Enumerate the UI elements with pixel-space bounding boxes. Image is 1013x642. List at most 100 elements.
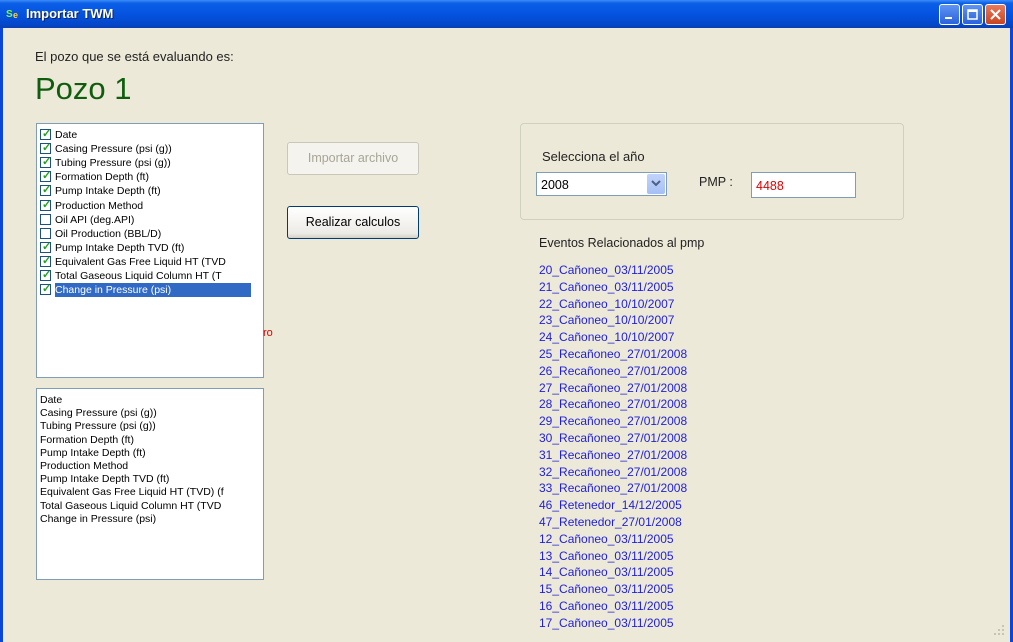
checklist-item-label: Total Gaseous Liquid Column HT (T: [55, 270, 222, 282]
checkbox-checked-icon[interactable]: ✓: [40, 184, 52, 197]
check-mark-icon: ✓: [42, 198, 52, 211]
check-mark-icon: ✓: [42, 269, 52, 281]
list-item[interactable]: Total Gaseous Liquid Column HT (TVD: [40, 499, 221, 513]
checklist-item-label: Casing Pressure (psi (g)): [55, 143, 172, 156]
import-file-button[interactable]: Importar archivo: [287, 142, 419, 175]
check-mark-icon: ✓: [42, 254, 52, 267]
event-link[interactable]: 47_Retenedor_27/01/2008: [539, 514, 682, 530]
checklist-item[interactable]: ✓ Tubing Pressure (psi (g)): [37, 156, 263, 170]
event-link[interactable]: 12_Cañoneo_03/11/2005: [539, 531, 674, 547]
well-name: Pozo 1: [35, 71, 132, 106]
check-mark-icon: ✓: [42, 283, 52, 296]
checkbox-checked-icon[interactable]: ✓: [40, 283, 52, 296]
maximize-button[interactable]: [962, 4, 983, 25]
list-item[interactable]: Tubing Pressure (psi (g)): [40, 419, 156, 433]
list-item[interactable]: Formation Depth (ft): [40, 433, 134, 447]
import-twm-window: S e Importar TWM El pozo que se está eva…: [0, 0, 1013, 642]
event-link[interactable]: 21_Cañoneo_03/11/2005: [539, 279, 674, 295]
checklist-item-label: Oil API (deg.API): [55, 213, 135, 226]
checklist-item[interactable]: ✓ Casing Pressure (psi (g)): [37, 142, 263, 156]
event-link[interactable]: 16_Cañoneo_03/11/2005: [539, 598, 674, 614]
checklist-item[interactable]: ✓ Formation Depth (ft): [37, 170, 263, 184]
checklist-item[interactable]: ✓ Date: [37, 128, 263, 142]
event-link[interactable]: 23_Cañoneo_10/10/2007: [539, 312, 674, 328]
event-link[interactable]: 13_Cañoneo_03/11/2005: [539, 548, 674, 564]
pmp-input[interactable]: 4488: [751, 172, 856, 198]
selected-columns-list[interactable]: Date Casing Pressure (psi (g)) Tubing Pres…: [36, 388, 264, 580]
check-mark-icon: ✓: [42, 170, 52, 183]
event-link[interactable]: 15_Cañoneo_03/11/2005: [539, 581, 674, 597]
event-link[interactable]: 30_Recañoneo_27/01/2008: [539, 430, 687, 446]
svg-text:S: S: [6, 9, 13, 20]
event-link[interactable]: 25_Recañoneo_27/01/2008: [539, 346, 687, 362]
checklist-item-label: Pump Intake Depth (ft): [55, 185, 161, 198]
event-link[interactable]: 29_Recañoneo_27/01/2008: [539, 413, 687, 429]
check-mark-icon: ✓: [42, 142, 52, 155]
event-link[interactable]: 33_Recañoneo_27/01/2008: [539, 480, 687, 496]
check-mark-icon: ✓: [42, 128, 52, 140]
pmp-value: 4488: [756, 179, 784, 193]
calculate-button[interactable]: Realizar calculos: [287, 206, 419, 239]
checkbox-checked-icon[interactable]: ✓: [40, 254, 52, 267]
checkbox-checked-icon[interactable]: ✓: [40, 170, 52, 183]
title-bar[interactable]: S e Importar TWM: [0, 0, 1013, 28]
event-link[interactable]: 27_Recañoneo_27/01/2008: [539, 380, 687, 396]
checklist-item-label: Change in Pressure (psi): [55, 283, 252, 298]
checklist-item-label: Oil Production (BBL/D): [55, 227, 162, 240]
minimize-button[interactable]: [939, 4, 960, 25]
event-link[interactable]: 28_Recañoneo_27/01/2008: [539, 396, 687, 412]
checkbox-checked-icon[interactable]: ✓: [40, 128, 52, 140]
event-link[interactable]: 20_Cañoneo_03/11/2005: [539, 262, 674, 278]
checklist-item[interactable]: ✓ Total Gaseous Liquid Column HT (T: [37, 269, 263, 283]
checklist-item-label: Equivalent Gas Free Liquid HT (TVD: [55, 255, 226, 268]
event-link[interactable]: 17_Cañoneo_03/11/2005: [539, 615, 674, 631]
year-label: Selecciona el año: [542, 149, 645, 164]
checklist-item-label: Production Method: [55, 199, 144, 212]
event-link[interactable]: 31_Recañoneo_27/01/2008: [539, 447, 687, 463]
checkbox-checked-icon[interactable]: ✓: [40, 198, 52, 211]
checklist-item[interactable]: ✓ Equivalent Gas Free Liquid HT (TVD: [37, 254, 263, 269]
columns-checklist[interactable]: ✓ Date ✓ Casing Pressure (psi (g)) ✓ Tubing P…: [36, 123, 264, 378]
window-title: Importar TWM: [26, 6, 114, 21]
svg-text:e: e: [13, 10, 18, 20]
checklist-item-label: Tubing Pressure (psi (g)): [55, 157, 171, 170]
well-label: El pozo que se está evaluando es:: [35, 49, 234, 64]
dropdown-button[interactable]: [647, 174, 665, 194]
year-select[interactable]: 2008: [536, 172, 667, 196]
event-link[interactable]: 46_Retenedor_14/12/2005: [539, 497, 682, 513]
checklist-item[interactable]: ✓ Production Method: [37, 198, 263, 213]
resize-grip-icon[interactable]: [991, 622, 1005, 636]
list-item[interactable]: Change in Pressure (psi): [40, 512, 156, 526]
checklist-item[interactable]: ✓ Pump Intake Depth (ft): [37, 184, 263, 198]
check-mark-icon: ✓: [42, 240, 52, 253]
list-item[interactable]: Date: [40, 393, 62, 407]
checklist-item[interactable]: ✓ Change in Pressure (psi): [37, 283, 263, 298]
event-link[interactable]: 14_Cañoneo_03/11/2005: [539, 564, 674, 580]
checklist-item[interactable]: Oil API (deg.API): [37, 213, 263, 227]
event-link[interactable]: 32_Recañoneo_27/01/2008: [539, 464, 687, 480]
list-item[interactable]: Production Method: [40, 459, 128, 473]
checkbox-checked-icon[interactable]: ✓: [40, 240, 52, 253]
checklist-item[interactable]: ✓ Pump Intake Depth TVD (ft): [37, 240, 263, 255]
list-item[interactable]: Pump Intake Depth TVD (ft): [40, 472, 169, 486]
event-link[interactable]: 26_Recañoneo_27/01/2008: [539, 363, 687, 379]
checkbox-checked-icon[interactable]: ✓: [40, 269, 52, 281]
chevron-down-icon: [651, 180, 661, 187]
checklist-item-label: Pump Intake Depth TVD (ft): [55, 241, 185, 254]
events-title: Eventos Relacionados al pmp: [539, 236, 705, 250]
checkbox-checked-icon[interactable]: ✓: [40, 142, 52, 155]
checklist-item[interactable]: Oil Production (BBL/D): [37, 227, 263, 241]
list-item[interactable]: Pump Intake Depth (ft): [40, 446, 146, 460]
list-item[interactable]: Equivalent Gas Free Liquid HT (TVD) (f: [40, 485, 224, 499]
checkbox-checked-icon[interactable]: ✓: [40, 156, 51, 169]
list-item[interactable]: Casing Pressure (psi (g)): [40, 406, 157, 420]
maximize-icon: [967, 9, 978, 20]
event-link[interactable]: 24_Cañoneo_10/10/2007: [539, 329, 674, 345]
checkbox-unchecked-icon[interactable]: [40, 213, 51, 225]
close-icon: [990, 9, 1001, 20]
check-mark-icon: ✓: [42, 184, 52, 197]
event-link[interactable]: 22_Cañoneo_10/10/2007: [539, 296, 674, 312]
checkbox-unchecked-icon[interactable]: [40, 227, 51, 239]
close-button[interactable]: [985, 4, 1006, 25]
year-value: 2008: [541, 178, 569, 192]
